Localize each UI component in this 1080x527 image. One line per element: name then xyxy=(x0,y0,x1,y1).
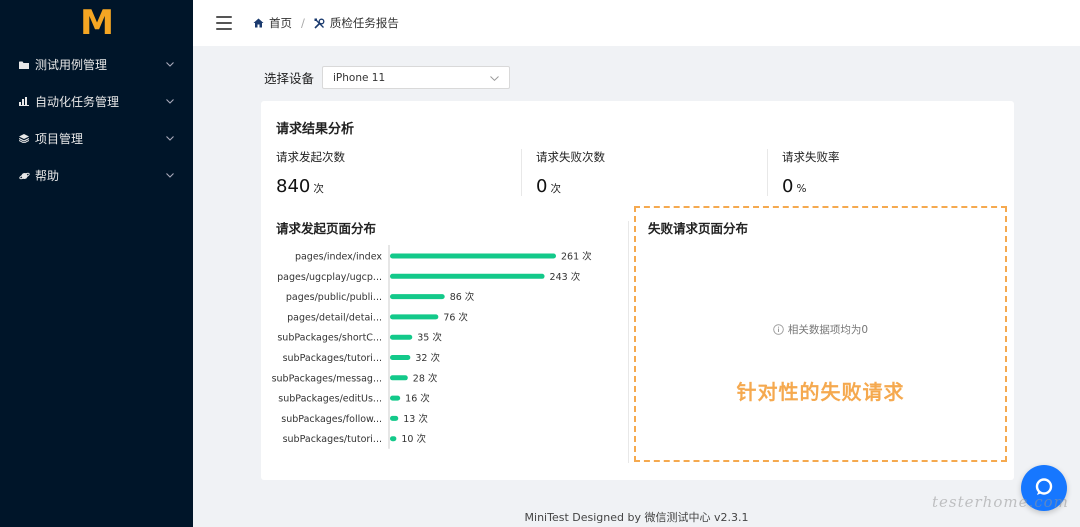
chart-tick-label: subPackages/shortC... xyxy=(277,333,382,344)
info-icon xyxy=(773,324,784,335)
stat-unit: 次 xyxy=(550,183,561,195)
breadcrumb-home[interactable]: 首页 xyxy=(269,15,292,31)
empty-state-text: 相关数据项均为0 xyxy=(787,324,869,336)
chevron-down-icon xyxy=(490,72,499,84)
sidebar-item-label: 项目管理 xyxy=(35,132,84,146)
chart-tick-label: subPackages/follow... xyxy=(281,414,382,425)
watermark: testerhome.com xyxy=(932,493,1069,511)
sidebar-item-label: 帮助 xyxy=(35,169,60,183)
sidebar-item-projects[interactable]: 项目管理 xyxy=(0,120,193,157)
request-distribution-chart: pages/index/index 261 次 pages/ugcplay/ugcp… xyxy=(272,245,592,449)
stat-value: 0 xyxy=(536,176,548,197)
device-select-row: 选择设备 iPhone 11 xyxy=(264,66,511,89)
footer: MiniTest Designed by 微信测试中心 v2.3.1 xyxy=(524,511,749,524)
annotation-text: 针对性的失败请求 xyxy=(736,380,905,404)
logo[interactable]: M xyxy=(0,0,193,46)
chevron-down-icon xyxy=(165,134,175,144)
folder-icon xyxy=(18,59,30,71)
annotation-highlight-box: 失败请求页面分布 相关数据项均为0 针对性的失败请求 xyxy=(634,206,1007,462)
chart-data-label: 35 次 xyxy=(417,332,442,344)
sidebar-item-automation-tasks[interactable]: 自动化任务管理 xyxy=(0,83,193,120)
chart-tick-label: pages/detail/detai... xyxy=(287,312,382,323)
chart-data-label: 76 次 xyxy=(443,311,468,323)
bar-chart-icon xyxy=(18,96,30,108)
top-header: 首页 / 质检任务报告 xyxy=(193,0,1080,46)
chart-bar xyxy=(390,273,545,279)
stat-value: 840 xyxy=(276,176,311,197)
device-select[interactable]: iPhone 11 xyxy=(322,66,511,89)
chart-tick-label: subPackages/messag... xyxy=(272,373,382,384)
device-select-value: iPhone 11 xyxy=(333,71,386,84)
chart-tick-label: pages/index/index xyxy=(295,252,382,263)
chart-data-label: 243 次 xyxy=(550,271,581,283)
chart-tick-label: subPackages/tutori... xyxy=(283,353,382,364)
stat-unit: % xyxy=(796,183,807,195)
distribution-title: 请求发起页面分布 xyxy=(276,221,377,236)
layers-icon xyxy=(18,133,30,145)
chart-bar xyxy=(390,355,411,360)
stat-label: 请求失败次数 xyxy=(536,150,605,164)
stat-divider xyxy=(521,149,522,196)
chart-bar xyxy=(390,375,408,381)
chart-data-label: 10 次 xyxy=(401,433,426,445)
stat-request-count: 请求发起次数 840 次 xyxy=(276,149,345,197)
chart-bar xyxy=(390,415,399,421)
chart-tick-label: pages/public/publi... xyxy=(286,292,382,303)
tools-icon xyxy=(314,18,325,29)
sidebar-item-label: 自动化任务管理 xyxy=(35,95,120,109)
breadcrumb-separator: / xyxy=(301,16,305,30)
sidebar: M 测试用例管理 自动化任务管理 项目管理 帮助 xyxy=(0,0,193,527)
failed-distribution-title: 失败请求页面分布 xyxy=(648,221,749,236)
chart-bar xyxy=(390,395,401,401)
stat-fail-count: 请求失败次数 0次 xyxy=(536,149,605,197)
chart-tick-label: subPackages/editUs... xyxy=(278,394,382,405)
chevron-down-icon xyxy=(165,97,175,107)
chevron-down-icon xyxy=(165,171,175,181)
chart-bar xyxy=(390,294,445,300)
report-title: 请求结果分析 xyxy=(276,122,355,137)
chart-bar xyxy=(390,436,397,442)
stat-label: 请求发起次数 xyxy=(276,150,345,164)
stat-value: 0 xyxy=(782,176,794,197)
home-icon xyxy=(253,18,264,29)
menu-toggle-icon[interactable] xyxy=(216,16,232,30)
chart-data-label: 16 次 xyxy=(405,393,430,405)
logo-text: M xyxy=(80,3,114,43)
chart-data-label: 261 次 xyxy=(561,251,592,263)
chart-tick-label: pages/ugcplay/ugcp... xyxy=(277,272,382,283)
sidebar-item-test-cases[interactable]: 测试用例管理 xyxy=(0,46,193,83)
empty-state: 相关数据项均为0 xyxy=(636,322,1005,337)
section-divider xyxy=(628,221,629,463)
chevron-down-icon xyxy=(165,60,175,70)
breadcrumb-current: 质检任务报告 xyxy=(329,16,399,30)
stat-divider xyxy=(767,149,768,196)
chart-data-label: 32 次 xyxy=(415,352,440,364)
chart-bar xyxy=(390,314,439,320)
device-select-label: 选择设备 xyxy=(264,71,315,86)
chart-bar xyxy=(390,334,413,340)
chart-data-label: 86 次 xyxy=(450,291,475,303)
stat-unit: 次 xyxy=(313,183,324,195)
stat-label: 请求失败率 xyxy=(782,150,840,164)
breadcrumb: 首页 / 质检任务报告 xyxy=(253,15,399,31)
chart-data-label: 28 次 xyxy=(413,372,438,384)
planet-icon xyxy=(18,170,30,182)
sidebar-item-help[interactable]: 帮助 xyxy=(0,157,193,194)
stat-fail-rate: 请求失败率 0% xyxy=(782,149,840,197)
report-card: 请求结果分析 请求发起次数 840 次 请求失败次数 0次 请求失败率 0% 请求… xyxy=(261,101,1014,480)
chart-tick-label: subPackages/tutori... xyxy=(283,434,382,445)
sidebar-item-label: 测试用例管理 xyxy=(35,58,108,72)
chart-bar xyxy=(390,253,556,259)
chart-data-label: 13 次 xyxy=(403,413,428,425)
